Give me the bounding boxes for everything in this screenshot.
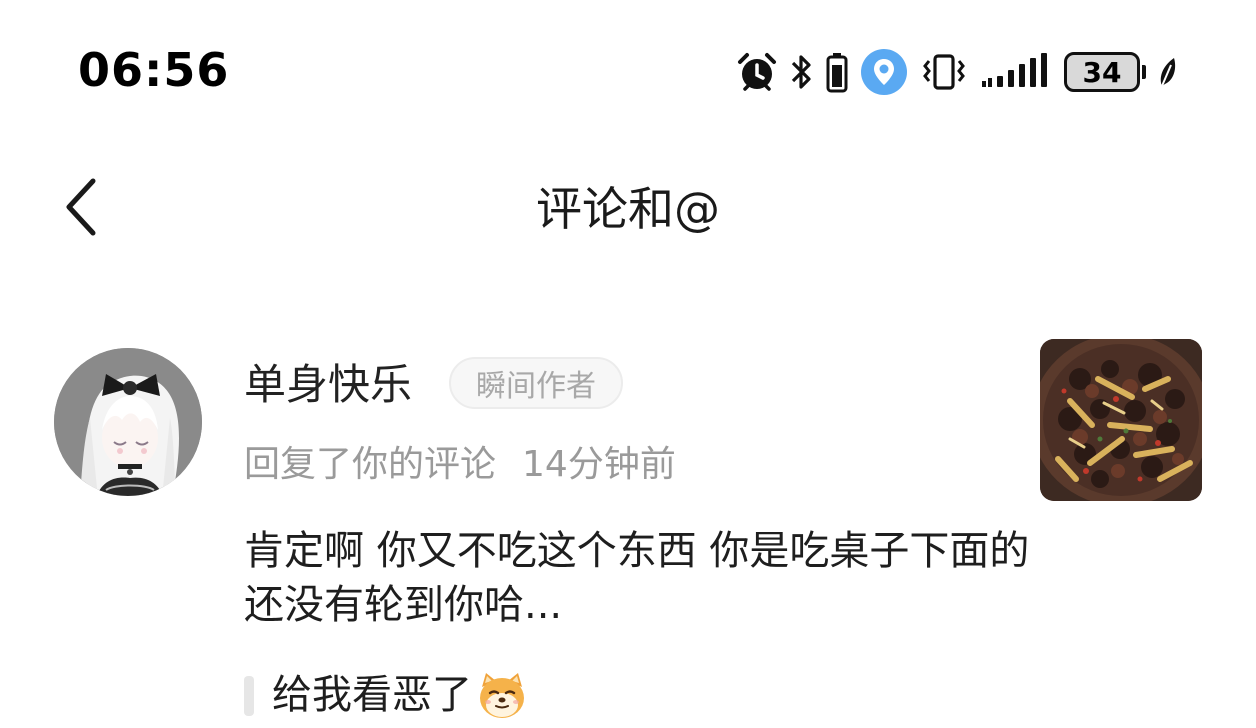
leaf-icon <box>1160 58 1176 87</box>
comments-page: 06:56 34 评论和@ 单身快乐 瞬间作者 回复了你的评论 14分钟前 肯定… <box>0 0 1256 728</box>
battery-icon: 34 <box>1064 52 1146 92</box>
battery-small-icon <box>826 53 848 93</box>
alarm-icon <box>738 53 776 91</box>
timestamp: 14分钟前 <box>522 444 676 485</box>
quote-bar <box>244 676 254 716</box>
location-icon <box>861 49 907 95</box>
anime-girl-avatar-image <box>54 348 202 496</box>
quoted-comment-text: 给我看恶了 <box>272 672 472 718</box>
bluetooth-icon <box>791 55 811 89</box>
author-badge: 瞬间作者 <box>449 357 623 409</box>
status-time: 06:56 <box>78 43 230 97</box>
page-title: 评论和@ <box>536 182 720 236</box>
signal-icon <box>982 53 1047 87</box>
shiba-dog-emoji <box>480 673 524 718</box>
reply-content[interactable]: 肯定啊 你又不吃这个东西 你是吃桌子下面的 还没有轮到你哈... <box>244 524 1034 632</box>
post-thumbnail[interactable] <box>1040 339 1202 501</box>
battery-level: 34 <box>1064 52 1140 92</box>
avatar[interactable] <box>54 348 202 496</box>
food-dish-image <box>1040 339 1202 501</box>
action-text: 回复了你的评论 <box>244 444 497 485</box>
notification-meta: 回复了你的评论 14分钟前 <box>244 438 676 492</box>
quoted-comment[interactable]: 给我看恶了 <box>272 664 528 726</box>
status-icons: 34 <box>736 46 1178 98</box>
vibrate-icon <box>923 54 965 90</box>
username[interactable]: 单身快乐 <box>244 354 412 416</box>
